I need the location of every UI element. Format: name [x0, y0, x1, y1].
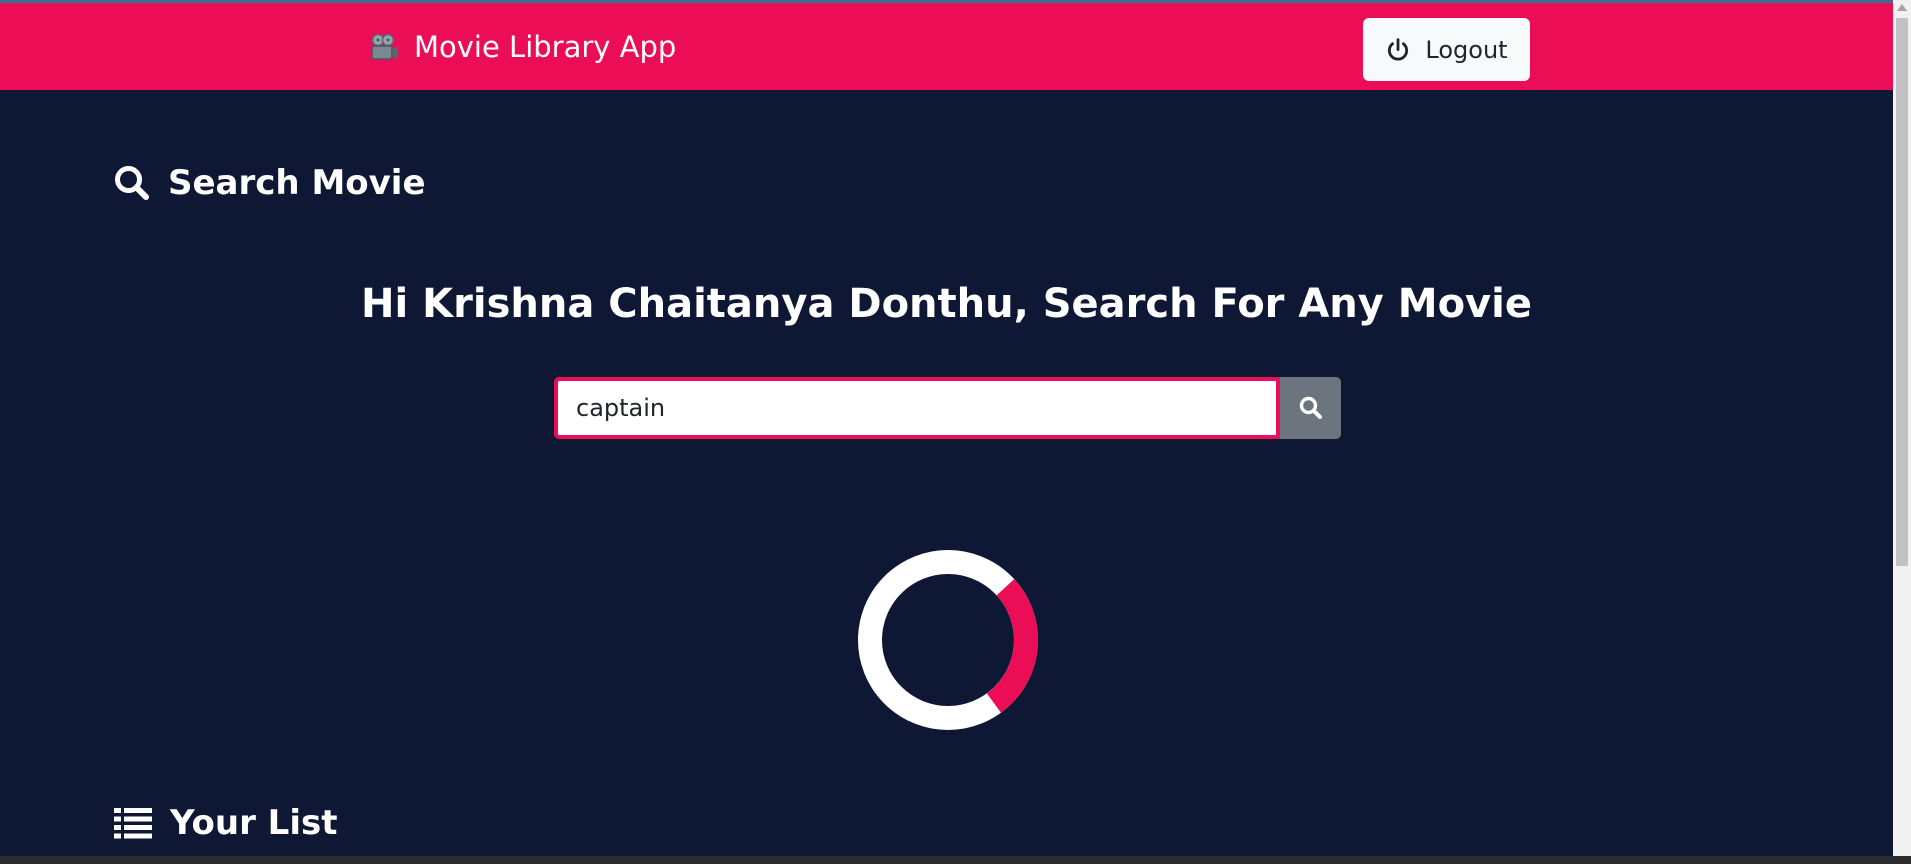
scroll-up-arrow-icon[interactable]	[1897, 4, 1907, 11]
logout-button[interactable]: Logout	[1363, 18, 1530, 81]
brand-link[interactable]: Movie Library App	[368, 29, 676, 65]
search-button[interactable]	[1280, 377, 1341, 439]
navbar: Movie Library App Logout	[0, 3, 1893, 90]
search-input[interactable]	[554, 377, 1280, 439]
your-list-heading: Your List	[114, 803, 337, 843]
search-icon	[1299, 396, 1322, 419]
list-icon	[114, 808, 152, 839]
logout-label: Logout	[1425, 35, 1508, 64]
brand-label: Movie Library App	[414, 30, 677, 64]
movie-camera-icon	[371, 33, 398, 60]
your-list-title: Your List	[170, 803, 338, 843]
loading-spinner	[858, 550, 1039, 730]
scrollbar-thumb[interactable]	[1896, 18, 1908, 566]
search-section-heading: Search Movie	[114, 163, 426, 203]
search-section-title: Search Movie	[168, 163, 426, 203]
power-icon	[1388, 37, 1409, 61]
search-icon	[115, 166, 149, 200]
window-bottom-border	[0, 856, 1911, 864]
greeting-heading: Hi Krishna Chaitanya Donthu, Search For …	[361, 281, 1532, 327]
